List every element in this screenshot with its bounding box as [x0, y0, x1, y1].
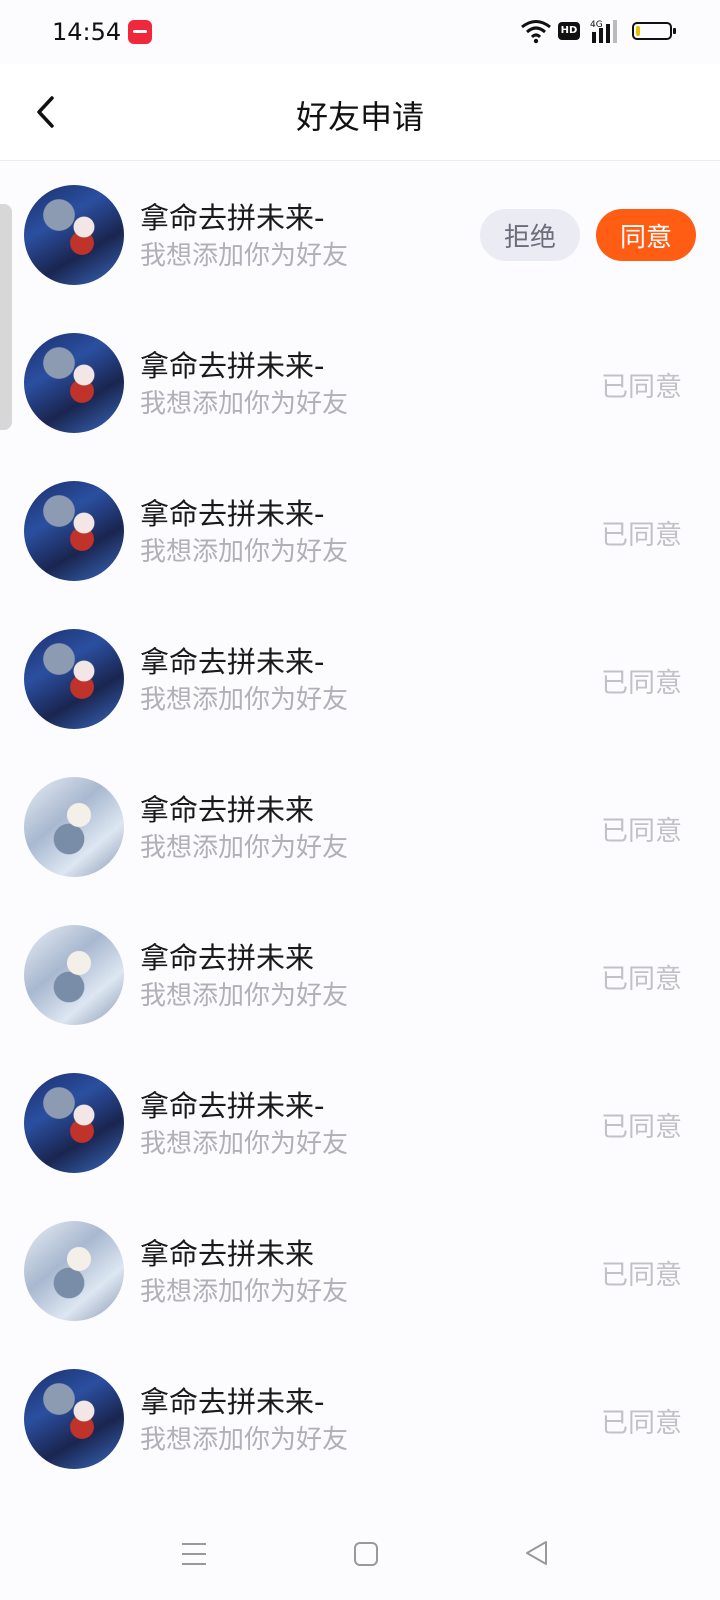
system-nav-bar	[0, 1516, 720, 1600]
status-bar: 14:54 HD 4G	[0, 0, 720, 64]
friend-request-row: 拿命去拼未来 我想添加你为好友 已同意	[0, 1197, 720, 1345]
avatar[interactable]	[24, 925, 124, 1025]
avatar[interactable]	[24, 1369, 124, 1469]
status-badge: 已同意	[601, 1260, 682, 1291]
friend-request-row: 拿命去拼未来- 我想添加你为好友 拒绝 同意	[0, 161, 720, 309]
battery-level	[636, 26, 640, 36]
status-badge: 已同意	[601, 1408, 682, 1439]
friend-request-row: 拿命去拼未来- 我想添加你为好友 已同意	[0, 457, 720, 605]
back-triangle-icon[interactable]	[522, 1538, 552, 1568]
menu-icon[interactable]	[180, 1540, 208, 1568]
avatar[interactable]	[24, 777, 124, 877]
friend-request-row: 拿命去拼未来 我想添加你为好友 已同意	[0, 901, 720, 1049]
requester-name: 拿命去拼未来	[140, 793, 315, 827]
request-message: 我想添加你为好友	[140, 537, 349, 567]
friend-request-list: 拿命去拼未来- 我想添加你为好友 拒绝 同意 拿命去拼未来- 我想添加你为好友 …	[0, 161, 720, 1493]
signal-icon: 4G	[590, 20, 617, 43]
request-message: 我想添加你为好友	[140, 389, 349, 419]
top-bar: 好友申请	[0, 64, 720, 161]
request-message: 我想添加你为好友	[140, 241, 349, 271]
request-message: 我想添加你为好友	[140, 981, 349, 1011]
app-notification-icon	[128, 20, 152, 44]
hd-badge: HD	[558, 22, 580, 40]
accept-button[interactable]: 同意	[596, 209, 696, 261]
request-message: 我想添加你为好友	[140, 833, 349, 863]
requester-name: 拿命去拼未来	[140, 941, 315, 975]
battery-icon	[632, 22, 676, 40]
avatar[interactable]	[24, 481, 124, 581]
avatar[interactable]	[24, 185, 124, 285]
avatar[interactable]	[24, 629, 124, 729]
status-badge: 已同意	[601, 1112, 682, 1143]
requester-name: 拿命去拼未来-	[140, 1385, 325, 1419]
status-time: 14:54	[52, 18, 122, 46]
request-message: 我想添加你为好友	[140, 1277, 349, 1307]
reject-button[interactable]: 拒绝	[480, 209, 580, 261]
requester-name: 拿命去拼未来-	[140, 349, 325, 383]
status-badge: 已同意	[601, 816, 682, 847]
friend-request-row: 拿命去拼未来- 我想添加你为好友 已同意	[0, 1049, 720, 1197]
requester-name: 拿命去拼未来-	[140, 497, 325, 531]
friend-request-row: 拿命去拼未来- 我想添加你为好友 已同意	[0, 605, 720, 753]
request-message: 我想添加你为好友	[140, 1129, 349, 1159]
avatar[interactable]	[24, 1073, 124, 1173]
wifi-icon	[521, 20, 551, 44]
avatar[interactable]	[24, 1221, 124, 1321]
friend-request-row: 拿命去拼未来- 我想添加你为好友 已同意	[0, 309, 720, 457]
avatar[interactable]	[24, 333, 124, 433]
request-message: 我想添加你为好友	[140, 685, 349, 715]
friend-request-row: 拿命去拼未来 我想添加你为好友 已同意	[0, 753, 720, 901]
friend-request-row: 拿命去拼未来- 我想添加你为好友 已同意	[0, 1345, 720, 1493]
requester-name: 拿命去拼未来-	[140, 645, 325, 679]
requester-name: 拿命去拼未来-	[140, 1089, 325, 1123]
request-message: 我想添加你为好友	[140, 1425, 349, 1455]
status-badge: 已同意	[601, 668, 682, 699]
status-badge: 已同意	[601, 964, 682, 995]
home-square-icon[interactable]	[352, 1540, 380, 1568]
status-badge: 已同意	[601, 520, 682, 551]
status-badge: 已同意	[601, 372, 682, 403]
requester-name: 拿命去拼未来	[140, 1237, 315, 1271]
requester-name: 拿命去拼未来-	[140, 201, 325, 235]
page-title: 好友申请	[295, 98, 424, 136]
